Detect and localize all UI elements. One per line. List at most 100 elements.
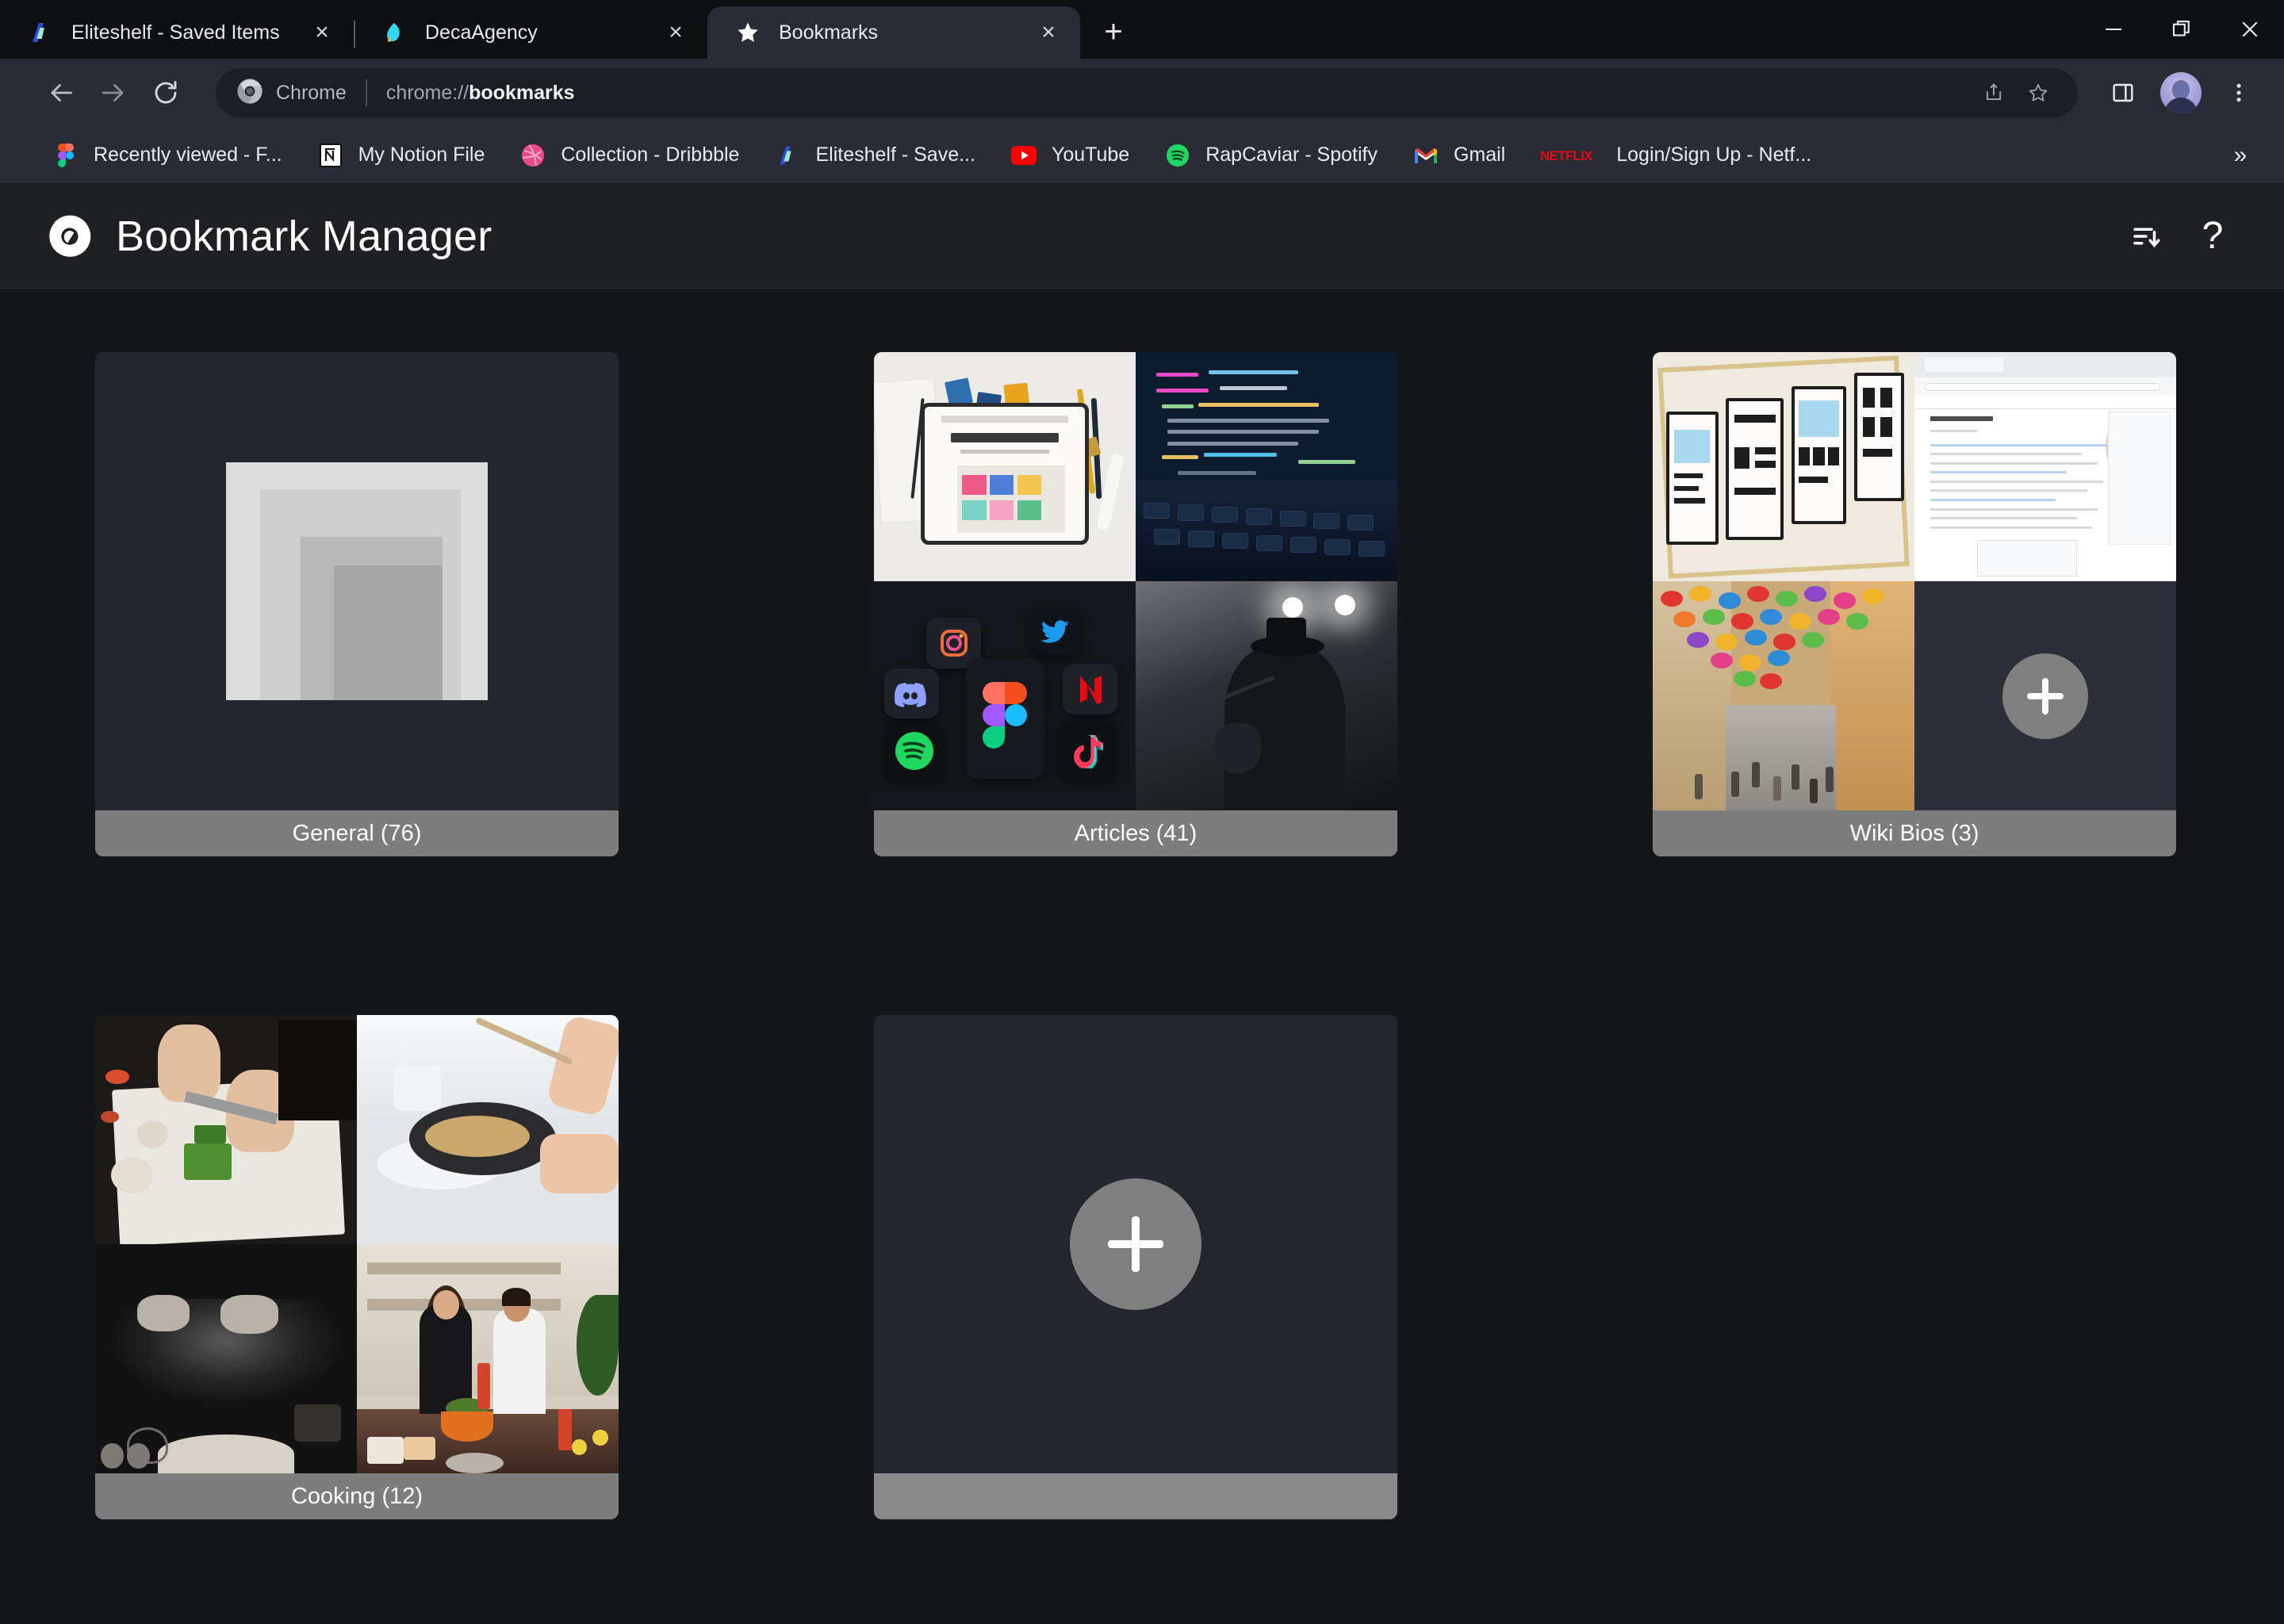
maximize-icon[interactable] xyxy=(2148,0,2216,59)
toolbar-actions xyxy=(2098,68,2263,117)
plus-icon[interactable] xyxy=(2002,653,2088,739)
browser-tab-decaagency[interactable]: DecaAgency × xyxy=(354,6,707,59)
window-controls xyxy=(2079,0,2284,59)
help-icon[interactable]: ? xyxy=(2179,203,2246,270)
bookmark-eliteshelf[interactable]: Eliteshelf - Save... xyxy=(757,133,992,178)
folder-label: Wiki Bios (3) xyxy=(1653,810,2176,856)
bookmark-folder-grid-area: General (76) Articles (41) Wiki Bios (3)… xyxy=(0,289,2284,1623)
folder-card-articles[interactable]: Articles (41) xyxy=(874,352,1397,856)
gmail-icon xyxy=(1412,142,1439,169)
thumbnail-guitarist xyxy=(1136,581,1397,810)
folder-card-add-new[interactable] xyxy=(874,1015,1397,1519)
chrome-chip: Chrome xyxy=(236,78,347,109)
decaagency-icon xyxy=(381,19,408,46)
thumbnail-code-editor xyxy=(1136,352,1397,581)
bookmark-rapcaviar-spotify[interactable]: RapCaviar - Spotify xyxy=(1147,133,1395,178)
thumbnail-couple-cooking xyxy=(357,1244,619,1473)
placeholder-image xyxy=(226,462,488,700)
thumbnail-quad xyxy=(874,352,1397,810)
dribbble-icon xyxy=(519,142,546,169)
thumbnail-app-icons xyxy=(874,581,1136,810)
folder-label xyxy=(874,1473,1397,1519)
bookmark-label: Eliteshelf - Save... xyxy=(815,144,975,166)
thumbnail-chopping-vegetables xyxy=(95,1015,357,1244)
bookmark-label: Gmail xyxy=(1453,144,1506,166)
tab-close-button[interactable]: × xyxy=(661,18,690,47)
folder-label: Articles (41) xyxy=(874,810,1397,856)
tab-title: Eliteshelf - Saved Items xyxy=(71,21,280,44)
folder-thumbnail-area xyxy=(874,352,1397,810)
folder-card-wiki-bios[interactable]: Wiki Bios (3) xyxy=(1653,352,2176,856)
thumbnail-quad xyxy=(1653,352,2176,810)
thumbnail-wireframe-sketch xyxy=(1653,352,1914,581)
bookmark-gmail[interactable]: Gmail xyxy=(1395,133,1523,178)
bookmark-youtube[interactable]: YouTube xyxy=(993,133,1147,178)
youtube-icon xyxy=(1010,142,1037,169)
tab-divider xyxy=(354,21,355,48)
bookmark-label: Collection - Dribbble xyxy=(561,144,740,166)
bookmarks-overflow-icon[interactable]: » xyxy=(2221,136,2260,175)
url-scheme: chrome:// xyxy=(385,81,469,104)
bookmark-label: Recently viewed - F... xyxy=(94,144,282,166)
tab-strip: Eliteshelf - Saved Items × DecaAgency × … xyxy=(0,0,2284,59)
bookmark-netflix-login[interactable]: NETFLIX Login/Sign Up - Netf... xyxy=(1523,133,1829,178)
url-path: bookmarks xyxy=(469,81,575,104)
tab-title: DecaAgency xyxy=(425,21,538,44)
bookmark-label: YouTube xyxy=(1051,144,1130,166)
tab-title: Bookmarks xyxy=(779,21,879,44)
bookmark-manager-header: Bookmark Manager ? xyxy=(0,184,2284,289)
bookmark-label: RapCaviar - Spotify xyxy=(1205,144,1378,166)
plus-icon[interactable] xyxy=(1070,1178,1201,1310)
new-tab-button[interactable]: + xyxy=(1091,10,1136,54)
folder-label: General (76) xyxy=(95,810,619,856)
bookmark-label: Login/Sign Up - Netf... xyxy=(1616,144,1812,166)
avatar[interactable] xyxy=(2160,72,2202,113)
add-folder-area[interactable] xyxy=(874,1015,1397,1473)
notion-icon xyxy=(317,142,344,169)
share-icon[interactable] xyxy=(1972,71,2016,115)
browser-tab-bookmarks[interactable]: Bookmarks × xyxy=(707,6,1080,59)
back-icon[interactable] xyxy=(35,67,87,119)
tab-close-button[interactable]: × xyxy=(308,18,336,47)
bookmark-collection-dribbble[interactable]: Collection - Dribbble xyxy=(502,133,757,178)
chrome-chip-label: Chrome xyxy=(276,81,347,104)
thumbnail-wikipedia-page xyxy=(1914,352,2176,581)
folder-card-general[interactable]: General (76) xyxy=(95,352,619,856)
chrome-icon xyxy=(236,78,263,109)
figma-icon xyxy=(52,142,79,169)
bookmark-label: My Notion File xyxy=(358,144,485,166)
thumbnail-flour-dusting xyxy=(95,1244,357,1473)
sort-icon[interactable] xyxy=(2113,203,2179,270)
tab-close-button[interactable]: × xyxy=(1034,18,1063,47)
close-icon[interactable] xyxy=(2216,0,2284,59)
add-bookmark-tile[interactable] xyxy=(1914,581,2176,810)
browser-toolbar: Chrome chrome://bookmarks xyxy=(0,59,2284,127)
browser-tab-eliteshelf[interactable]: Eliteshelf - Saved Items × xyxy=(0,6,354,59)
chrome-icon xyxy=(48,214,92,259)
thumbnail-mailchimp-tablet xyxy=(874,352,1136,581)
forward-icon[interactable] xyxy=(87,67,140,119)
chrome-menu-icon[interactable] xyxy=(2214,68,2263,117)
eliteshelf-icon xyxy=(774,142,801,169)
reload-icon[interactable] xyxy=(140,67,192,119)
star-icon xyxy=(734,19,761,46)
side-panel-icon[interactable] xyxy=(2098,68,2148,117)
omnibox-divider xyxy=(365,79,367,106)
bookmark-my-notion-file[interactable]: My Notion File xyxy=(300,133,503,178)
netflix-icon: NETFLIX xyxy=(1540,142,1602,169)
spotify-icon xyxy=(1164,142,1191,169)
folder-label: Cooking (12) xyxy=(95,1473,619,1519)
thumbnail-pan-frying xyxy=(357,1015,619,1244)
bookmarks-bar: Recently viewed - F... My Notion File Co… xyxy=(0,127,2284,184)
address-bar[interactable]: Chrome chrome://bookmarks xyxy=(216,68,2078,117)
bookmark-star-icon[interactable] xyxy=(2016,71,2060,115)
minimize-icon[interactable] xyxy=(2079,0,2148,59)
folder-card-cooking[interactable]: Cooking (12) xyxy=(95,1015,619,1519)
folder-thumbnail-area xyxy=(95,1015,619,1473)
thumbnail-quad xyxy=(95,1015,619,1473)
omnibox-url[interactable]: chrome://bookmarks xyxy=(386,82,1972,105)
bookmark-recently-viewed-figma[interactable]: Recently viewed - F... xyxy=(35,133,300,178)
eliteshelf-icon xyxy=(27,19,54,46)
svg-text:NETFLIX: NETFLIX xyxy=(1540,147,1593,163)
bookmark-folder-grid: General (76) Articles (41) Wiki Bios (3)… xyxy=(0,352,2284,1519)
